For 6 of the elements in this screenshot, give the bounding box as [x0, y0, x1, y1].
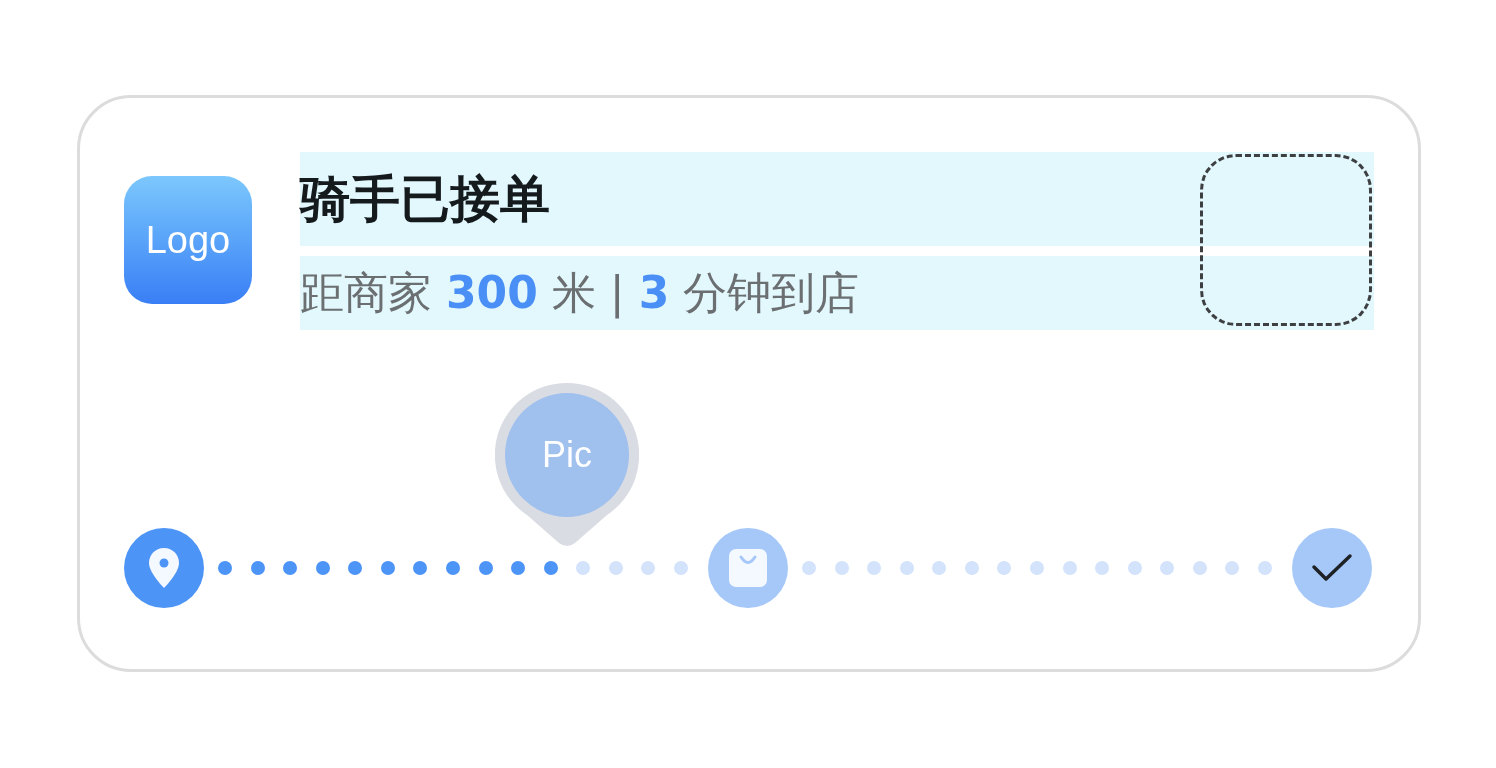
app-logo: Logo [124, 176, 252, 304]
status-title: 骑手已接单 [300, 174, 550, 224]
marker-label: Pic [541, 433, 593, 477]
checkmark-icon [1311, 553, 1353, 583]
shopping-bag-icon [728, 548, 768, 588]
location-pin-icon [146, 546, 182, 590]
